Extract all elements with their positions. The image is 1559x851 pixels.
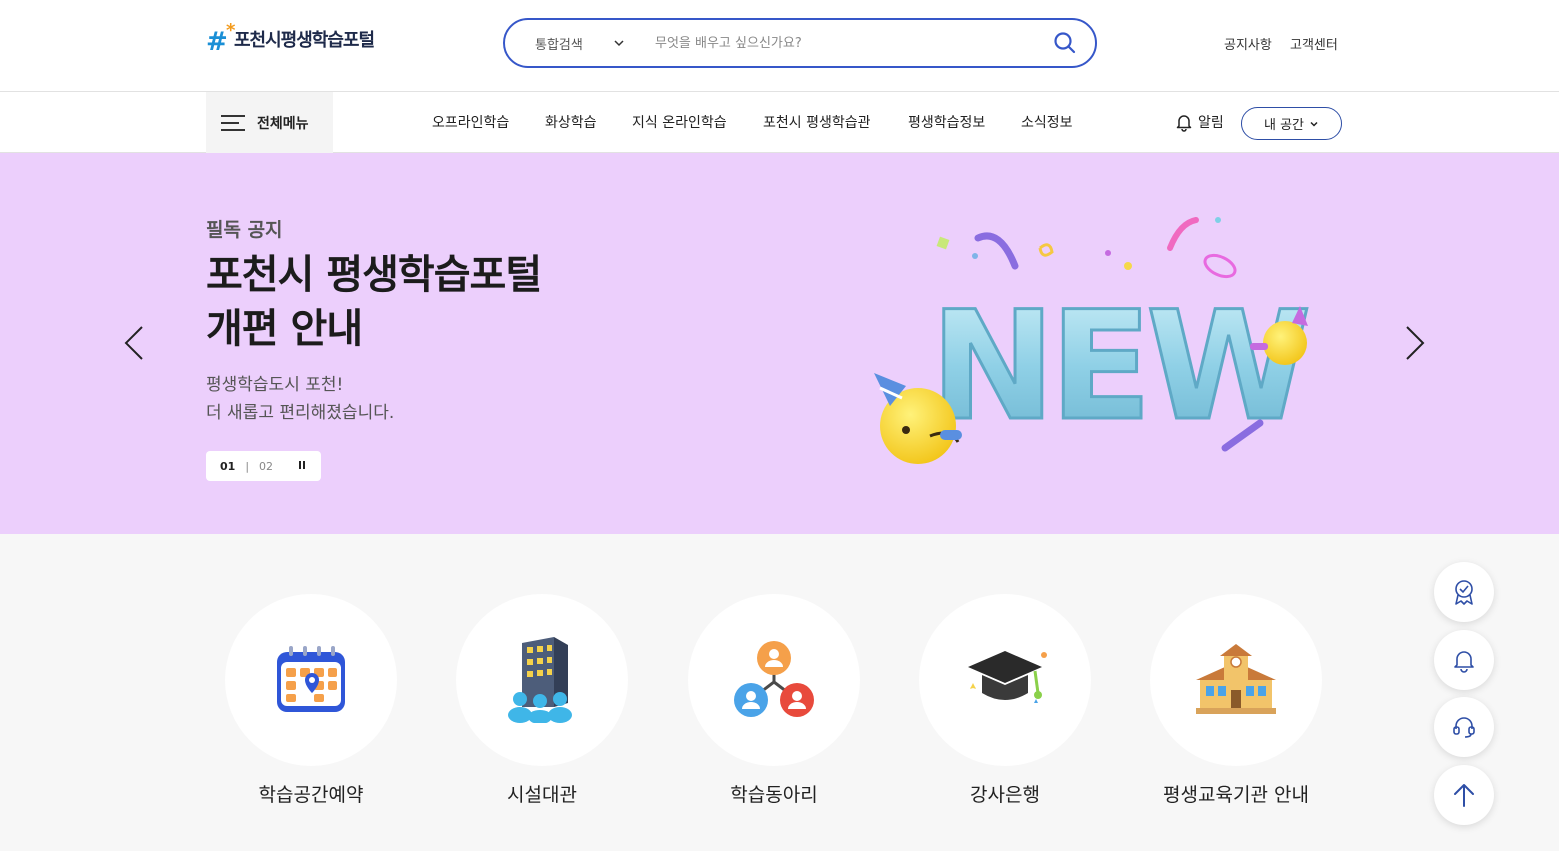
search-category-select[interactable]: 통합검색 [505, 34, 635, 53]
hero-desc-line1: 평생학습도시 포천! [206, 375, 344, 395]
next-slide-button[interactable] [1403, 323, 1427, 363]
pager-total: 02 [259, 459, 274, 473]
quick-item-label: 강사은행 [970, 784, 1040, 806]
quick-item-label: 학습동아리 [730, 784, 818, 806]
new-balloon-illustration: NEW [874, 217, 1315, 464]
hero-title: 포천시 평생학습포털 개편 안내 [206, 248, 542, 356]
school-icon [1196, 644, 1276, 714]
bell-icon [1454, 651, 1474, 673]
all-menu-label: 전체메뉴 [257, 115, 309, 132]
pager-separator: | [245, 459, 250, 473]
quick-item-facility[interactable]: 시설대관 [456, 594, 628, 807]
quick-item-club[interactable]: 학습동아리 [688, 594, 860, 807]
building-icon [508, 637, 572, 723]
search-button[interactable] [1035, 20, 1095, 66]
search-icon [1054, 32, 1076, 54]
alarm-button[interactable]: 알림 [1174, 112, 1224, 132]
floating-support-button[interactable] [1434, 697, 1494, 757]
hero-title-line1: 포천시 평생학습포털 [206, 252, 542, 298]
pause-button[interactable] [299, 461, 307, 471]
quick-item-circle [456, 594, 628, 766]
headset-icon [1453, 717, 1475, 738]
my-space-label: 내 공간 [1263, 118, 1304, 133]
chevron-down-icon [1310, 121, 1318, 127]
quick-menu: 학습공간예약 시설대관 학습동아리 강사은행 평생교육기관 안내 [0, 534, 1559, 851]
quick-item-label: 평생교육기관 안내 [1163, 784, 1309, 806]
hero-eyebrow: 필독 공지 [206, 219, 283, 241]
hero-description: 평생학습도시 포천! 더 새롭고 편리해졌습니다. [206, 371, 394, 427]
search-category-label: 통합검색 [535, 37, 583, 53]
pager-current: 01 [220, 459, 236, 473]
top-header: #* 포천시평생학습포털 통합검색 공지사항 고객센터 [0, 0, 1559, 92]
bell-icon [1176, 115, 1192, 132]
quick-item-circle [225, 594, 397, 766]
quick-item-label: 시설대관 [507, 784, 577, 806]
nav-item-news[interactable]: 소식정보 [1021, 112, 1073, 132]
scroll-top-button[interactable] [1434, 765, 1494, 825]
nav-item-info[interactable]: 평생학습정보 [908, 112, 985, 132]
nav-item-center[interactable]: 포천시 평생학습관 [763, 112, 871, 132]
prev-slide-button[interactable] [122, 323, 146, 363]
logo-text: 포천시평생학습포털 [234, 30, 375, 51]
quick-item-institution[interactable]: 평생교육기관 안내 [1150, 594, 1322, 807]
all-menu-button[interactable]: 전체메뉴 [206, 92, 333, 153]
hero-pager: 01 | 02 [206, 451, 321, 481]
floating-certificate-button[interactable] [1434, 562, 1494, 622]
my-space-button[interactable]: 내 공간 [1241, 107, 1342, 140]
search-bar: 통합검색 [503, 18, 1097, 68]
quick-item-instructor[interactable]: 강사은행 [919, 594, 1091, 807]
hamburger-icon [221, 114, 245, 132]
quick-item-reservation[interactable]: 학습공간예약 [225, 594, 397, 807]
nav-item-video[interactable]: 화상학습 [545, 112, 597, 132]
chevron-down-icon [614, 40, 624, 47]
certificate-icon [1455, 580, 1473, 605]
nav-item-offline[interactable]: 오프라인학습 [432, 112, 509, 132]
hero-title-line2: 개편 안내 [206, 306, 363, 352]
floating-alarm-button[interactable] [1434, 630, 1494, 690]
quick-item-circle [688, 594, 860, 766]
calendar-icon [277, 646, 345, 712]
quick-item-circle [919, 594, 1091, 766]
graduation-cap-icon [968, 651, 1047, 703]
hero-banner: 필독 공지 포천시 평생학습포털 개편 안내 평생학습도시 포천! 더 새롭고 … [0, 153, 1559, 534]
group-icon [734, 641, 814, 717]
nav-item-online[interactable]: 지식 온라인학습 [632, 112, 727, 132]
quick-item-circle [1150, 594, 1322, 766]
logo-mark: # * [206, 20, 236, 57]
site-logo[interactable]: # * 포천시평생학습포털 [206, 20, 375, 57]
notice-link[interactable]: 공지사항 [1224, 34, 1272, 53]
alarm-label: 알림 [1198, 115, 1224, 131]
quick-item-label: 학습공간예약 [258, 784, 364, 806]
hero-desc-line2: 더 새롭고 편리해졌습니다. [206, 403, 395, 423]
search-input[interactable] [635, 20, 1035, 66]
arrow-up-icon [1454, 784, 1474, 807]
customer-center-link[interactable]: 고객센터 [1290, 34, 1338, 53]
page: #* 포천시평생학습포털 통합검색 공지사항 고객센터 전체메뉴 오프라인학습 [0, 0, 1559, 851]
banner-word: NEW [930, 280, 1307, 454]
